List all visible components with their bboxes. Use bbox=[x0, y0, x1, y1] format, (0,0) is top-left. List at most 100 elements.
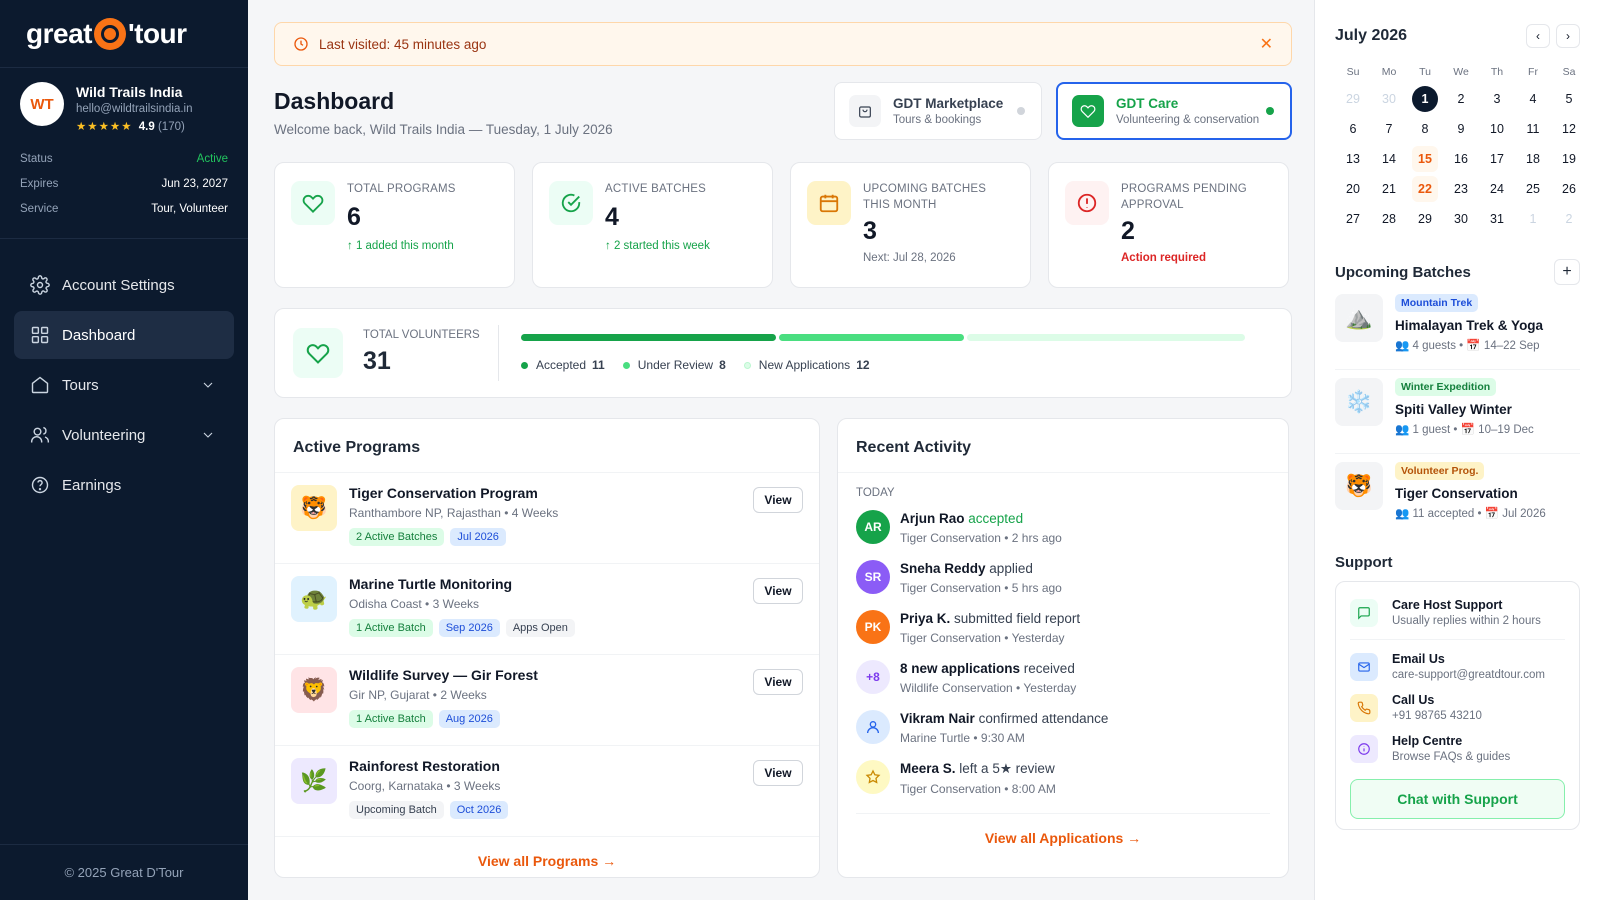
tiger-icon: 🐯 bbox=[291, 485, 337, 531]
calendar-day[interactable]: 5 bbox=[1556, 86, 1582, 112]
view-button[interactable]: View bbox=[753, 669, 803, 695]
calendar-day[interactable]: 1 bbox=[1520, 206, 1546, 232]
right-rail: July 2026 ‹ › Su Mo Tu We Th Fr Sa 29 30 1 2 3 4 5 6 7 8… bbox=[1314, 0, 1600, 900]
activity-meta: Marine Turtle • 9:30 AM bbox=[900, 731, 1025, 745]
calendar-day[interactable]: 1 bbox=[1412, 86, 1438, 112]
sidebar-item-account-settings[interactable]: Account Settings bbox=[14, 261, 234, 309]
program-row[interactable]: 🌿 Rainforest Restoration Coorg, Karnatak… bbox=[275, 746, 819, 837]
program-meta: Ranthambore NP, Rajasthan • 4 Weeks bbox=[349, 506, 559, 520]
program-row[interactable]: 🐯 Tiger Conservation Program Ranthambore… bbox=[275, 473, 819, 564]
close-icon[interactable]: ✕ bbox=[1260, 34, 1273, 54]
activity-meta: Tiger Conservation • Yesterday bbox=[900, 631, 1065, 645]
view-button[interactable]: View bbox=[753, 487, 803, 513]
activity-item[interactable]: +8 8 new applications received Wildlife … bbox=[838, 655, 1288, 705]
calendar-day[interactable]: 13 bbox=[1340, 146, 1366, 172]
activity-action: received bbox=[1023, 661, 1075, 676]
calendar-day[interactable]: 20 bbox=[1340, 176, 1366, 202]
calendar-day[interactable]: 14 bbox=[1376, 146, 1402, 172]
calendar-day[interactable]: 3 bbox=[1484, 86, 1510, 112]
chat-with-support-button[interactable]: Chat with Support bbox=[1350, 779, 1565, 819]
program-row[interactable]: 🐢 Marine Turtle Monitoring Odisha Coast … bbox=[275, 564, 819, 655]
switch-care[interactable]: GDT Care Volunteering & conservation bbox=[1056, 82, 1292, 140]
calendar-day[interactable]: 22 bbox=[1412, 176, 1438, 202]
sidebar-nav: Account Settings Dashboard Tours Volunte… bbox=[0, 239, 248, 533]
chevron-right-icon[interactable]: › bbox=[1556, 24, 1580, 48]
support-sub: +91 98765 43210 bbox=[1392, 710, 1482, 722]
calendar-day[interactable]: 7 bbox=[1376, 116, 1402, 142]
brand-logo[interactable]: great 'tour bbox=[0, 0, 248, 68]
calendar-day[interactable]: 6 bbox=[1340, 116, 1366, 142]
calendar-day[interactable]: 28 bbox=[1376, 206, 1402, 232]
batch-item[interactable]: 🐯 Volunteer Prog. Tiger Conservation 👥 1… bbox=[1335, 454, 1580, 538]
clock-icon bbox=[294, 37, 308, 51]
volunteer-progress-bar bbox=[521, 334, 1245, 341]
view-button[interactable]: View bbox=[753, 578, 803, 604]
sidebar-item-volunteering[interactable]: Volunteering bbox=[14, 411, 234, 459]
legend-dot bbox=[743, 361, 751, 369]
chevron-down-icon[interactable] bbox=[200, 427, 216, 443]
support-item[interactable]: Call Us +91 98765 43210 bbox=[1350, 687, 1565, 728]
stat-total-programs[interactable]: Total Programs 6 ↑ 1 added this month bbox=[274, 162, 515, 288]
status-dot bbox=[1017, 107, 1025, 115]
support-item[interactable]: Care Host Support Usually replies within… bbox=[1350, 592, 1565, 640]
calendar-day[interactable]: 2 bbox=[1448, 86, 1474, 112]
activity-item[interactable]: AR Arjun Rao accepted Tiger Conservation… bbox=[838, 505, 1288, 555]
program-meta: Gir NP, Gujarat • 2 Weeks bbox=[349, 688, 487, 702]
calendar-day[interactable]: 30 bbox=[1376, 86, 1402, 112]
calendar-day[interactable]: 9 bbox=[1448, 116, 1474, 142]
batch-item[interactable]: ⛰️ Mountain Trek Himalayan Trek & Yoga 👥… bbox=[1335, 286, 1580, 370]
calendar-day[interactable]: 12 bbox=[1556, 116, 1582, 142]
chevron-left-icon[interactable]: ‹ bbox=[1526, 24, 1550, 48]
calendar-day[interactable]: 8 bbox=[1412, 116, 1438, 142]
calendar-day[interactable]: 29 bbox=[1340, 86, 1366, 112]
stat-label: Active Batches bbox=[605, 183, 706, 195]
rating-count: (170) bbox=[157, 121, 185, 133]
weekday-label: Fr bbox=[1528, 66, 1538, 78]
support-item[interactable]: Email Us care-support@greatdtour.com bbox=[1350, 646, 1565, 687]
calendar-day[interactable]: 15 bbox=[1412, 146, 1438, 172]
calendar-day[interactable]: 21 bbox=[1376, 176, 1402, 202]
calendar-day[interactable]: 26 bbox=[1556, 176, 1582, 202]
chevron-down-icon[interactable] bbox=[200, 377, 216, 393]
activity-item[interactable]: Vikram Nair confirmed attendance Marine … bbox=[838, 705, 1288, 755]
platform-switcher: GDT Marketplace Tours & bookings GDT Car… bbox=[834, 82, 1292, 142]
calendar-day[interactable]: 4 bbox=[1520, 86, 1546, 112]
calendar-day[interactable]: 23 bbox=[1448, 176, 1474, 202]
calendar-day[interactable]: 25 bbox=[1520, 176, 1546, 202]
calendar-icon bbox=[807, 181, 851, 225]
stat-label: Total Programs bbox=[347, 183, 456, 195]
stat-active-batches[interactable]: Active Batches 4 ↑ 2 started this week bbox=[532, 162, 773, 288]
calendar-day[interactable]: 16 bbox=[1448, 146, 1474, 172]
view-all-applications-link[interactable]: View all Applications → bbox=[856, 813, 1270, 846]
calendar-day[interactable]: 2 bbox=[1556, 206, 1582, 232]
switch-subtitle: Volunteering & conservation bbox=[1116, 114, 1260, 126]
calendar-day[interactable]: 18 bbox=[1520, 146, 1546, 172]
calendar-day[interactable]: 30 bbox=[1448, 206, 1474, 232]
stat-upcoming-batches[interactable]: Upcoming Batches This Month 3 Next: Jul … bbox=[790, 162, 1031, 288]
calendar-day[interactable]: 27 bbox=[1340, 206, 1366, 232]
activity-item[interactable]: PK Priya K. submitted field report Tiger… bbox=[838, 605, 1288, 655]
view-all-programs-link[interactable]: View all Programs → bbox=[275, 837, 819, 869]
stat-pending-approval[interactable]: Programs Pending Approval 2 Action requi… bbox=[1048, 162, 1289, 288]
activity-item[interactable]: SR Sneha Reddy applied Tiger Conservatio… bbox=[838, 555, 1288, 605]
brand-mark-icon bbox=[93, 17, 126, 50]
calendar-day[interactable]: 19 bbox=[1556, 146, 1582, 172]
view-button[interactable]: View bbox=[753, 760, 803, 786]
switch-marketplace[interactable]: GDT Marketplace Tours & bookings bbox=[834, 82, 1042, 140]
calendar-day[interactable]: 31 bbox=[1484, 206, 1510, 232]
add-batch-button[interactable]: + bbox=[1554, 259, 1580, 285]
calendar-day[interactable]: 29 bbox=[1412, 206, 1438, 232]
batch-item[interactable]: ❄️ Winter Expedition Spiti Valley Winter… bbox=[1335, 370, 1580, 454]
calendar-day[interactable]: 17 bbox=[1484, 146, 1510, 172]
calendar-day[interactable]: 24 bbox=[1484, 176, 1510, 202]
program-row[interactable]: 🦁 Wildlife Survey — Gir Forest Gir NP, G… bbox=[275, 655, 819, 746]
weekday-label: Tu bbox=[1419, 66, 1431, 78]
calendar-header: July 2026 ‹ › bbox=[1335, 20, 1580, 52]
calendar-day[interactable]: 11 bbox=[1520, 116, 1546, 142]
sidebar-item-dashboard[interactable]: Dashboard bbox=[14, 311, 234, 359]
sidebar-item-tours[interactable]: Tours bbox=[14, 361, 234, 409]
sidebar-item-earnings[interactable]: Earnings bbox=[14, 461, 234, 509]
calendar-day[interactable]: 10 bbox=[1484, 116, 1510, 142]
activity-item[interactable]: Meera S. left a 5★ review Tiger Conserva… bbox=[838, 755, 1288, 805]
support-item[interactable]: Help Centre Browse FAQs & guides bbox=[1350, 728, 1565, 769]
